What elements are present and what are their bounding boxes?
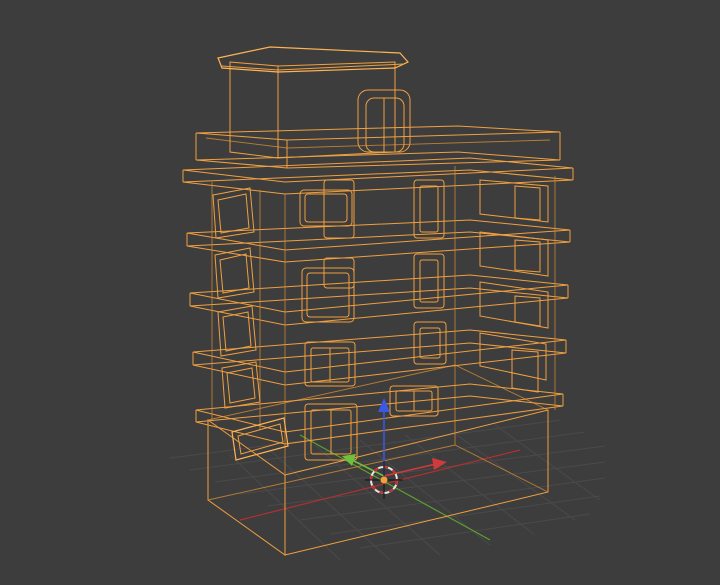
3d-cursor-icon[interactable] [365, 461, 403, 499]
transform-gizmo[interactable] [342, 398, 447, 499]
viewport-canvas[interactable] [0, 0, 720, 585]
3d-viewport[interactable] [0, 0, 720, 585]
windows-right [479, 179, 549, 393]
floor-grid [169, 409, 606, 561]
stair-tower [217, 46, 411, 159]
